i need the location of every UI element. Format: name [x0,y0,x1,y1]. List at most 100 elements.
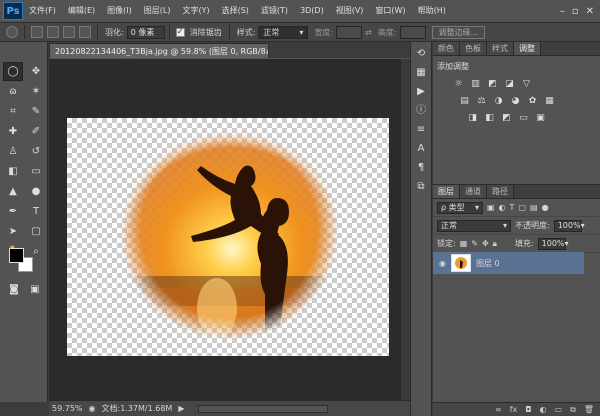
minimize-button[interactable]: – [560,6,565,17]
horizontal-scrollbar[interactable] [198,404,329,413]
type-tool-icon[interactable]: T [26,202,46,221]
lock-transparent-icon[interactable]: ▦ [460,239,468,248]
layer-style-icon[interactable]: fx [510,405,518,414]
image-canvas[interactable] [67,118,389,356]
levels-icon[interactable]: ▥ [470,79,481,90]
lock-image-icon[interactable]: ✎ [471,239,478,248]
menu-select[interactable]: 选择(S) [216,0,255,22]
marquee-preset-icon[interactable] [6,26,18,38]
refine-edge-button[interactable]: 调整边缘... [431,25,486,39]
move-tool-icon[interactable]: ✥ [26,62,46,81]
delete-layer-icon[interactable]: 🗑︎ [584,405,594,414]
lasso-tool-icon[interactable]: ɷ [3,82,23,101]
tab-adjustments[interactable]: 调整 [514,42,541,55]
width-input[interactable] [336,25,363,39]
blend-mode-select[interactable]: 正常 ▾ [437,219,511,232]
crop-tool-icon[interactable]: ⌗ [3,102,23,121]
type-filter-icon[interactable]: T [510,203,515,212]
info-panel-icon[interactable]: ⓘ [413,104,429,118]
add-selection-icon[interactable] [47,26,59,38]
menu-layer[interactable]: 图层(L) [138,0,177,22]
eraser-icon[interactable]: ◧ [3,162,23,181]
adjustment-filter-icon[interactable]: ◐ [499,203,506,212]
screen-mode-icon[interactable]: ▣ [25,280,45,299]
opacity-input[interactable]: 100% ▾ [553,219,585,232]
color-balance-icon[interactable]: ⚖ [476,96,487,107]
healing-brush-icon[interactable]: ✚ [3,122,23,141]
new-adjustment-layer-icon[interactable]: ◐ [540,405,547,414]
brightness-contrast-icon[interactable]: ☼ [453,79,464,90]
actions-panel-icon[interactable]: ▶ [413,85,429,99]
color-lookup-icon[interactable]: ▦ [544,96,555,107]
brush-tool-icon[interactable]: ✐ [26,122,46,141]
history-brush-icon[interactable]: ↺ [26,142,46,161]
channel-mixer-icon[interactable]: ✿ [527,96,538,107]
fill-input[interactable]: 100% ▾ [537,237,569,250]
tab-swatches[interactable]: 色板 [460,42,487,55]
dodge-tool-icon[interactable]: ● [26,182,46,201]
layer-row[interactable]: ◉ 图层 0 [433,252,584,274]
quick-mask-icon[interactable]: ◙ [4,280,24,299]
gradient-tool-icon[interactable]: ▭ [26,162,46,181]
feather-input[interactable]: 0 像素 [126,25,165,39]
filter-kind-select[interactable]: ρ 类型 ▾ [437,201,483,214]
posterize-icon[interactable]: ◧ [484,113,495,124]
add-mask-icon[interactable]: ◘ [525,405,531,414]
path-selection-icon[interactable]: ➤ [3,222,23,241]
shape-filter-icon[interactable]: ▢ [518,203,526,212]
lock-all-icon[interactable]: 🔒︎ [493,239,497,249]
menu-help[interactable]: 帮助(H) [412,0,452,22]
status-info-icon[interactable]: ◉ [89,404,96,413]
clone-source-icon[interactable]: ⧉ [413,180,429,194]
tab-layers[interactable]: 图层 [433,185,460,198]
filter-toggle-icon[interactable]: ● [542,203,549,212]
new-group-icon[interactable]: ▭ [555,405,563,414]
gradient-map-icon[interactable]: ▭ [518,113,529,124]
properties-panel-icon[interactable]: ▦ [413,66,429,80]
hue-saturation-icon[interactable]: ▤ [459,96,470,107]
height-input[interactable] [399,25,426,39]
shape-tool-icon[interactable]: ▢ [26,222,46,241]
lock-position-icon[interactable]: ✥ [482,239,489,248]
status-menu-arrow-icon[interactable]: ▶ [178,404,184,413]
brush-presets-icon[interactable]: ≡ [413,123,429,137]
history-panel-icon[interactable]: ⟲ [413,47,429,61]
subtract-selection-icon[interactable] [63,26,75,38]
tab-channels[interactable]: 通道 [460,185,487,198]
magic-wand-icon[interactable]: ✶ [26,82,46,101]
menu-filter[interactable]: 滤镜(T) [255,0,294,22]
pixel-filter-icon[interactable]: ▣ [487,203,495,212]
tab-paths[interactable]: 路径 [487,185,514,198]
foreground-color-swatch[interactable] [9,248,24,263]
exposure-icon[interactable]: ◪ [504,79,515,90]
vertical-scrollbar[interactable] [401,59,410,400]
style-select[interactable]: 正常 ▾ [258,25,309,39]
tab-styles[interactable]: 样式 [487,42,514,55]
new-selection-icon[interactable] [31,26,43,38]
elliptical-marquee-icon[interactable]: ◯ [3,62,23,81]
curves-icon[interactable]: ◩ [487,79,498,90]
menu-image[interactable]: 图像(I) [101,0,138,22]
swap-icon[interactable]: ⇄ [365,28,372,37]
vibrance-icon[interactable]: ▽ [521,79,532,90]
link-layers-icon[interactable]: ∞ [495,405,502,414]
tab-color[interactable]: 颜色 [433,42,460,55]
close-button[interactable]: ✕ [586,6,594,17]
smart-object-filter-icon[interactable]: ▤ [530,203,538,212]
paragraph-panel-icon[interactable]: ¶ [413,161,429,175]
menu-edit[interactable]: 编辑(E) [62,0,101,22]
threshold-icon[interactable]: ◩ [501,113,512,124]
menu-type[interactable]: 文字(Y) [176,0,215,22]
menu-view[interactable]: 视图(V) [330,0,370,22]
pen-tool-icon[interactable]: ✒ [3,202,23,221]
menu-window[interactable]: 窗口(W) [369,0,411,22]
antialias-checkbox[interactable] [175,27,185,37]
clone-stamp-icon[interactable]: ♙ [3,142,23,161]
invert-icon[interactable]: ◨ [467,113,478,124]
intersect-selection-icon[interactable] [79,26,91,38]
photo-filter-icon[interactable]: ◕ [510,96,521,107]
character-panel-icon[interactable]: A [413,142,429,156]
zoom-level[interactable]: 59.75% [52,404,83,413]
visibility-eye-icon[interactable]: ◉ [439,259,446,268]
document-tab[interactable]: 20120822134406_T3Bja.jpg @ 59.8% (图层 0, … [49,43,269,58]
